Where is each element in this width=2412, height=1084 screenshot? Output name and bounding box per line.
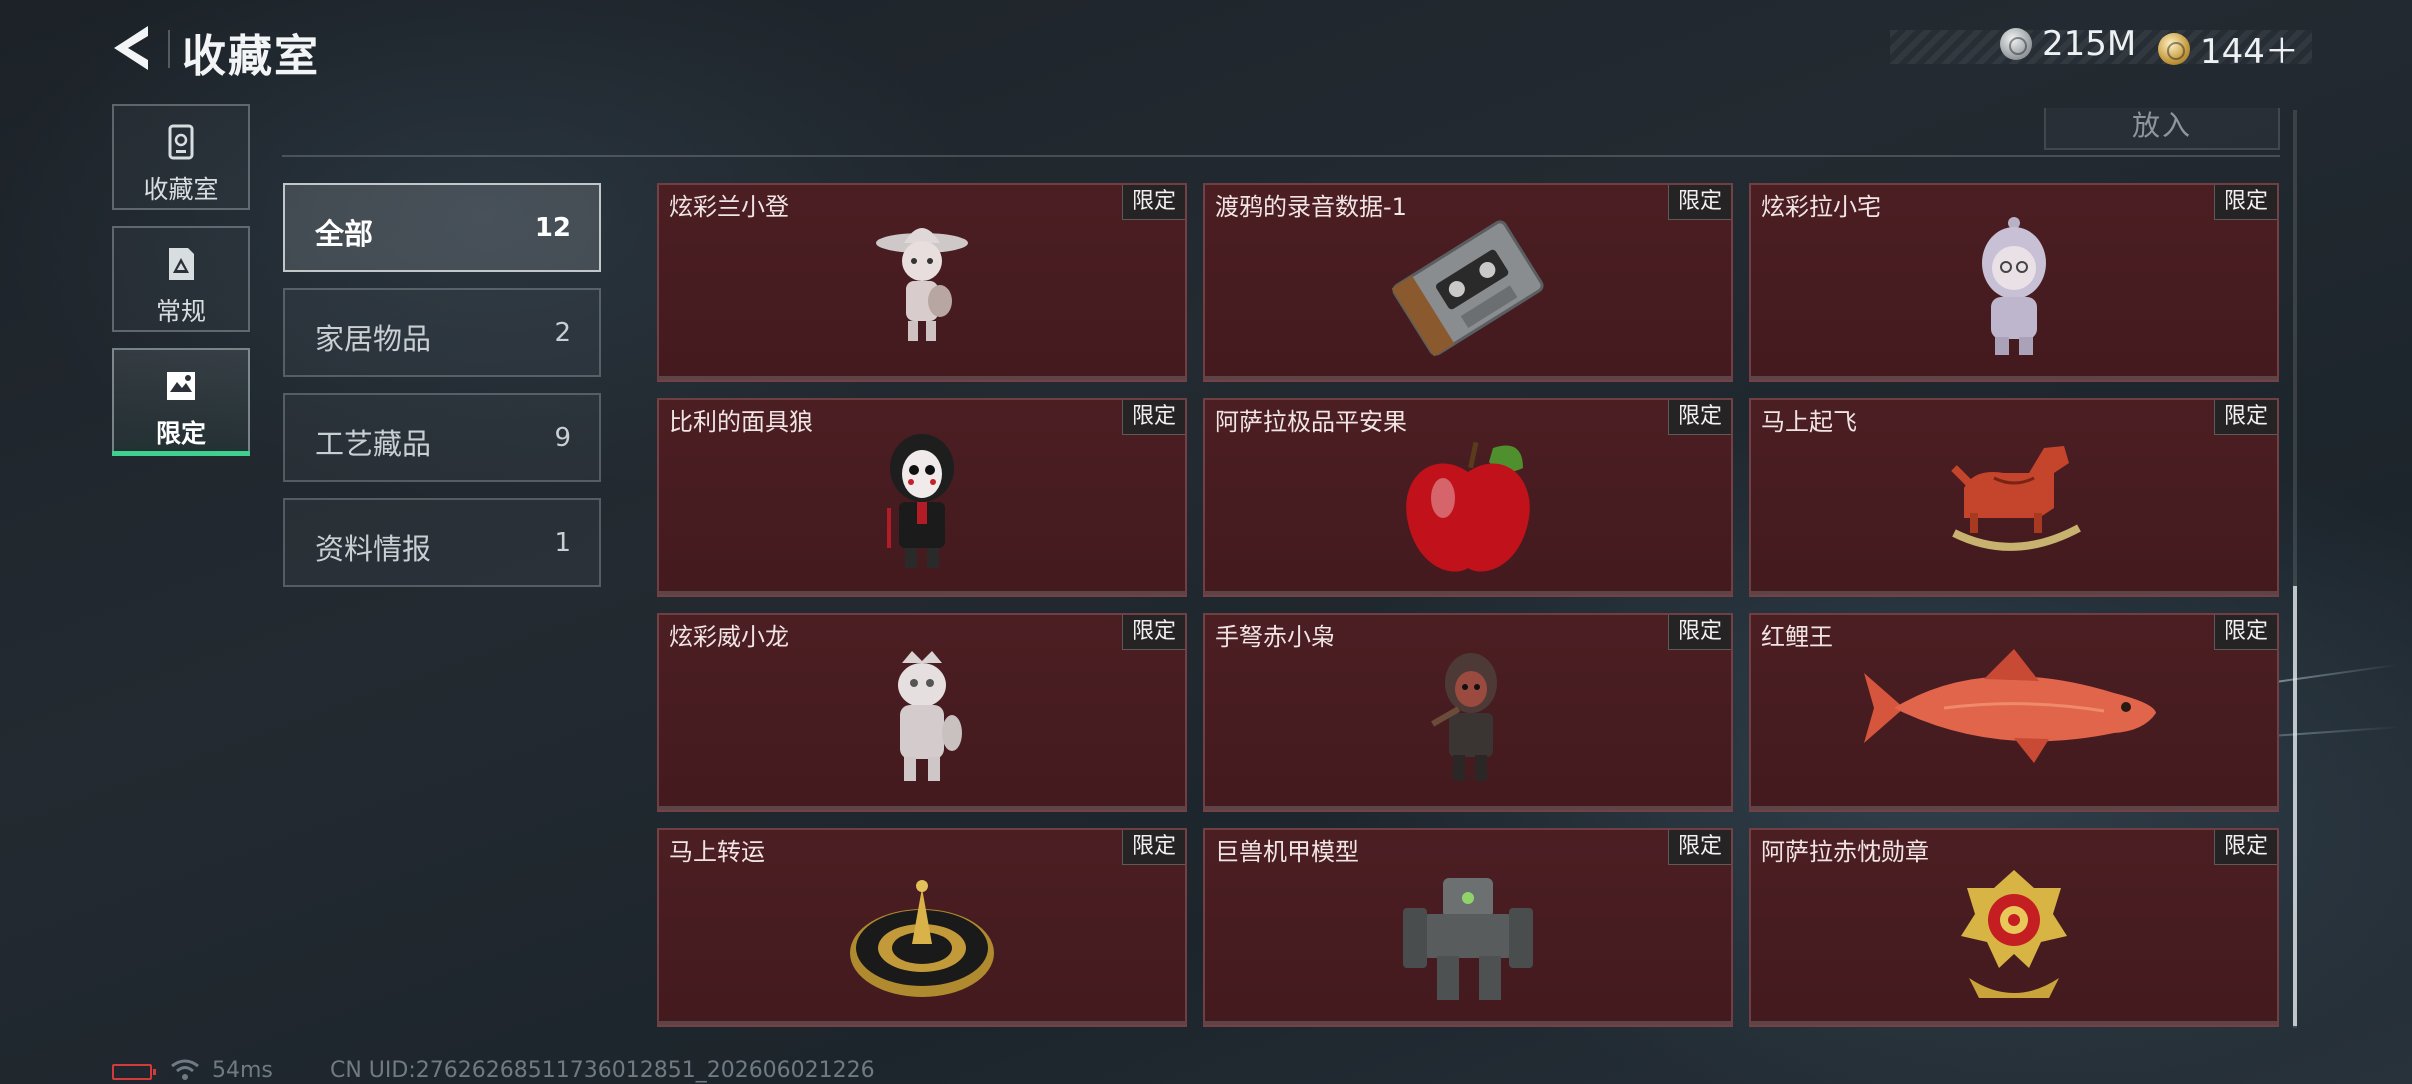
category-count: 1 [554,528,571,558]
category-count: 2 [554,318,571,348]
category-label: 工艺藏品 [315,427,432,461]
item-card[interactable]: 炫彩威小龙 限定 [657,613,1187,812]
item-name: 渡鸦的录音数据-1 [1215,193,1407,221]
item-name: 马上转运 [669,838,765,866]
nav-label: 常规 [155,297,206,326]
uid-text: CN UID:27626268511736012851_202606021226 [330,1058,875,1083]
item-card[interactable]: 炫彩兰小登 限定 [657,183,1187,382]
cassette-tape-icon [1391,220,1544,357]
nav-collection-room[interactable]: 收藏室 [112,104,250,210]
crossbow-figurine-icon [1431,653,1497,781]
item-card[interactable]: 渡鸦的录音数据-1 限定 [1203,183,1733,382]
category-label: 全部 [315,217,374,251]
silver-coin-icon [2000,28,2032,60]
red-carp-icon [1864,649,2156,763]
item-card[interactable]: 炫彩拉小宅 限定 [1749,183,2279,382]
fortune-wheel-icon [850,880,994,997]
item-name: 阿萨拉极品平安果 [1215,408,1407,436]
limited-icon [167,372,195,400]
item-card[interactable]: 阿萨拉赤忱勋章 限定 [1749,828,2279,1027]
page-title: 收藏室 [182,31,320,82]
item-name: 炫彩威小龙 [669,623,789,651]
sombrero-figurine-icon [876,228,968,341]
category-crafts[interactable]: 工艺藏品 9 [283,393,601,482]
header-divider [282,155,2280,157]
currency-gold[interactable]: 144＋ [2158,24,2299,73]
currency-silver: 215M [2000,24,2136,64]
limited-badge: 限定 [1668,185,1731,220]
category-count: 9 [554,423,571,453]
mech-model-icon [1403,878,1533,1000]
back-arrow-icon [114,26,148,70]
put-in-label: 放入 [2131,109,2192,142]
limited-badge: 限定 [1668,400,1731,435]
limited-badge: 限定 [1122,400,1185,435]
limited-badge: 限定 [2214,400,2277,435]
scrollbar-thumb[interactable] [2293,586,2297,1026]
medal-icon [1961,870,2067,998]
nav-label: 限定 [155,419,206,448]
item-name: 红鲤王 [1761,623,1833,651]
item-name: 手弩赤小枭 [1215,623,1335,651]
item-name: 马上起飞 [1761,408,1857,436]
nav-regular[interactable]: 常规 [112,226,250,332]
ping-text: 54ms [212,1058,273,1083]
category-intel[interactable]: 资料情报 1 [283,498,601,587]
limited-badge: 限定 [2214,615,2277,650]
limited-badge: 限定 [1668,615,1731,650]
limited-badge: 限定 [1122,830,1185,865]
item-name: 炫彩拉小宅 [1761,193,1881,221]
item-card[interactable]: 红鲤王 限定 [1749,613,2279,812]
scrolled-header-text: ········· [288,88,408,114]
item-card[interactable]: 阿萨拉极品平安果 限定 [1203,398,1733,597]
nav-label: 收藏室 [143,175,219,204]
wifi-icon [171,1059,199,1080]
battery-icon [112,1064,156,1080]
item-card[interactable]: 手弩赤小枭 限定 [1203,613,1733,812]
limited-badge: 限定 [1668,830,1731,865]
limited-badge: 限定 [1122,185,1185,220]
currency-gold-value: 144＋ [2200,32,2299,72]
category-label: 资料情报 [315,532,432,566]
collection-room-icon [168,124,194,160]
hooded-figurine-icon [1982,217,2046,355]
currency-silver-value: 215M [2042,24,2137,64]
dragon-figurine-icon [898,651,962,781]
item-name: 阿萨拉赤忱勋章 [1761,838,1929,866]
limited-badge: 限定 [2214,185,2277,220]
item-name: 炫彩兰小登 [669,193,789,221]
regular-icon [169,248,194,280]
gold-coin-icon [2158,32,2190,65]
red-apple-icon [1406,441,1530,572]
rocking-horse-icon [1951,446,2081,551]
item-card[interactable]: 马上转运 限定 [657,828,1187,1027]
category-all[interactable]: 全部 12 [283,183,601,272]
nav-limited[interactable]: 限定 [112,348,250,456]
item-card[interactable]: 比利的面具狼 限定 [657,398,1187,597]
category-label: 家居物品 [315,322,432,356]
puppet-mask-figurine-icon [887,434,954,568]
item-name: 比利的面具狼 [669,408,813,436]
category-count: 12 [534,213,571,243]
back-button[interactable] [108,22,158,74]
category-home-items[interactable]: 家居物品 2 [283,288,601,377]
item-card[interactable]: 巨兽机甲模型 限定 [1203,828,1733,1027]
put-in-button[interactable]: 放入 [2044,108,2280,150]
item-name: 巨兽机甲模型 [1215,838,1359,866]
limited-badge: 限定 [2214,830,2277,865]
title-divider [168,30,170,68]
item-card[interactable]: 马上起飞 限定 [1749,398,2279,597]
limited-badge: 限定 [1122,615,1185,650]
